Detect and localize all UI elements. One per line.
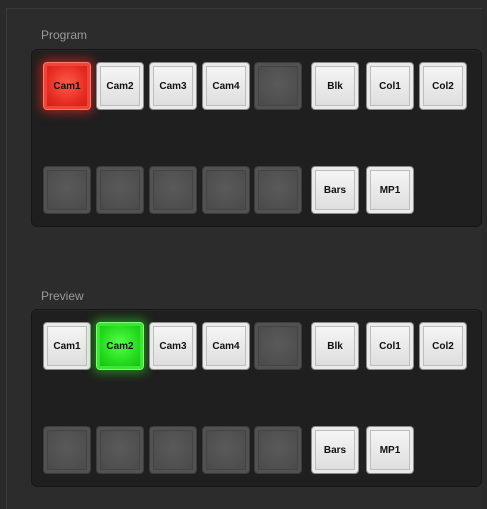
program-button-cam3[interactable]: Cam3 — [149, 62, 197, 110]
program-button-unassigned[interactable] — [202, 166, 250, 214]
preview-button-unassigned[interactable] — [43, 426, 91, 474]
preview-button-unassigned[interactable] — [254, 426, 302, 474]
preview-label: Preview — [41, 289, 84, 303]
program-button-col1[interactable]: Col1 — [366, 62, 414, 110]
program-button-cam1[interactable]: Cam1 — [43, 62, 91, 110]
preview-button-bars[interactable]: Bars — [311, 426, 359, 474]
preview-button-col2[interactable]: Col2 — [419, 322, 467, 370]
program-button-blk[interactable]: Blk — [311, 62, 359, 110]
switcher-panel: Program Cam1 Cam2 Cam3 Cam4 Blk Col1 Col… — [6, 8, 482, 509]
program-button-mp1[interactable]: MP1 — [366, 166, 414, 214]
program-button-bars[interactable]: Bars — [311, 166, 359, 214]
preview-button-cam2[interactable]: Cam2 — [96, 322, 144, 370]
program-label: Program — [41, 28, 88, 42]
preview-button-unassigned[interactable] — [202, 426, 250, 474]
program-button-unassigned[interactable] — [254, 62, 302, 110]
program-button-unassigned[interactable] — [149, 166, 197, 214]
preview-button-col1[interactable]: Col1 — [366, 322, 414, 370]
program-bus: Cam1 Cam2 Cam3 Cam4 Blk Col1 Col2 Bars M… — [31, 49, 482, 227]
preview-button-mp1[interactable]: MP1 — [366, 426, 414, 474]
preview-button-blk[interactable]: Blk — [311, 322, 359, 370]
preview-button-unassigned[interactable] — [254, 322, 302, 370]
program-button-unassigned[interactable] — [96, 166, 144, 214]
program-button-unassigned[interactable] — [254, 166, 302, 214]
preview-button-unassigned[interactable] — [96, 426, 144, 474]
program-button-col2[interactable]: Col2 — [419, 62, 467, 110]
program-button-cam2[interactable]: Cam2 — [96, 62, 144, 110]
preview-button-cam4[interactable]: Cam4 — [202, 322, 250, 370]
preview-bus: Cam1 Cam2 Cam3 Cam4 Blk Col1 Col2 Bars M… — [31, 309, 482, 487]
program-button-unassigned[interactable] — [43, 166, 91, 214]
preview-button-cam1[interactable]: Cam1 — [43, 322, 91, 370]
preview-button-unassigned[interactable] — [149, 426, 197, 474]
preview-button-cam3[interactable]: Cam3 — [149, 322, 197, 370]
program-button-cam4[interactable]: Cam4 — [202, 62, 250, 110]
